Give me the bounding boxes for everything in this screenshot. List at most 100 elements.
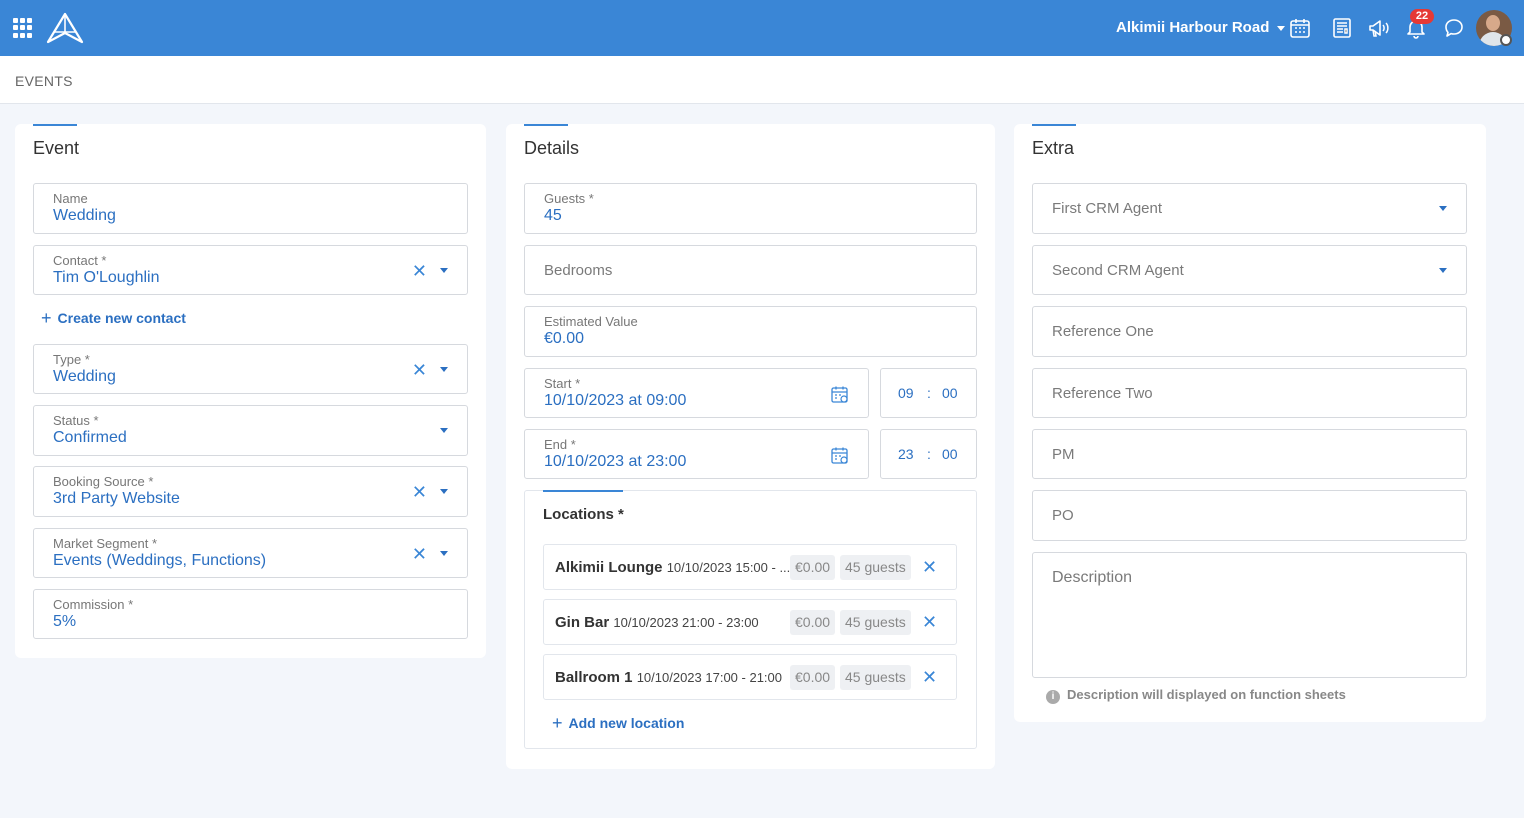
- po-field[interactable]: PO: [1032, 490, 1467, 541]
- booking-source-select[interactable]: Booking Source * 3rd Party Website ✕: [33, 466, 468, 517]
- contact-value: Tim O'Loughlin: [53, 269, 160, 286]
- end-hour[interactable]: 23: [898, 446, 914, 462]
- top-bar: Alkimii Harbour Road 22: [0, 0, 1524, 56]
- location-name: Alkimii Lounge 10/10/2023 15:00 - ...: [555, 559, 791, 576]
- dropdown-arrow-icon[interactable]: [440, 367, 448, 372]
- create-contact-link[interactable]: + Create new contact: [41, 308, 186, 329]
- guests-field[interactable]: Guests * 45: [524, 183, 977, 234]
- second-crm-agent-select[interactable]: Second CRM Agent: [1032, 245, 1467, 295]
- pm-placeholder: PM: [1052, 446, 1075, 463]
- dropdown-arrow-icon[interactable]: [1439, 268, 1447, 273]
- location-guests: 45 guests: [840, 610, 911, 635]
- locations-title: Locations *: [543, 506, 624, 523]
- time-separator: :: [927, 446, 931, 462]
- remove-icon[interactable]: ✕: [922, 667, 937, 688]
- end-date-field[interactable]: End * 10/10/2023 at 23:00: [524, 429, 869, 479]
- start-minute[interactable]: 00: [942, 385, 958, 401]
- reference-one-field[interactable]: Reference One: [1032, 306, 1467, 357]
- add-location-link[interactable]: + Add new location: [552, 713, 684, 734]
- caret-down-icon: [1277, 25, 1286, 31]
- location-row[interactable]: Ballroom 1 10/10/2023 17:00 - 21:00 €0.0…: [543, 654, 957, 700]
- reference-one-placeholder: Reference One: [1052, 323, 1154, 340]
- market-segment-label: Market Segment *: [53, 536, 158, 551]
- extra-card-title: Extra: [1032, 138, 1075, 158]
- first-crm-agent-placeholder: First CRM Agent: [1052, 200, 1163, 217]
- clear-icon[interactable]: ✕: [412, 361, 427, 379]
- end-value: 10/10/2023 at 23:00: [544, 453, 687, 470]
- event-card: Event Name Wedding Contact * Tim O'Lough…: [15, 124, 486, 658]
- commission-field[interactable]: Commission * 5%: [33, 589, 468, 639]
- reference-two-field[interactable]: Reference Two: [1032, 368, 1467, 418]
- location-time: 10/10/2023 21:00 - 23:00: [613, 615, 759, 630]
- remove-icon[interactable]: ✕: [922, 612, 937, 633]
- venue-selector[interactable]: Alkimii Harbour Road: [1116, 19, 1286, 36]
- type-value: Wedding: [53, 368, 116, 385]
- location-name: Ballroom 1 10/10/2023 17:00 - 21:00: [555, 669, 782, 686]
- status-indicator-icon: [1500, 34, 1512, 46]
- time-separator: :: [927, 385, 931, 401]
- clear-icon[interactable]: ✕: [412, 262, 427, 280]
- dropdown-arrow-icon[interactable]: [440, 551, 448, 556]
- dropdown-arrow-icon[interactable]: [440, 268, 448, 273]
- start-time-picker[interactable]: 09 : 00: [880, 368, 977, 418]
- apps-grid-icon[interactable]: [13, 18, 33, 38]
- type-select[interactable]: Type * Wedding ✕: [33, 344, 468, 394]
- reference-two-placeholder: Reference Two: [1052, 385, 1153, 402]
- description-hint: i Description will displayed on function …: [1046, 687, 1346, 704]
- bedrooms-placeholder: Bedrooms: [544, 262, 613, 279]
- venue-name: Alkimii Harbour Road: [1116, 19, 1270, 36]
- location-time: 10/10/2023 15:00 - ...: [666, 560, 791, 575]
- type-label: Type *: [53, 352, 90, 367]
- bedrooms-field[interactable]: Bedrooms: [524, 245, 977, 295]
- contact-select[interactable]: Contact * Tim O'Loughlin ✕: [33, 245, 468, 295]
- location-row[interactable]: Gin Bar 10/10/2023 21:00 - 23:00 €0.00 4…: [543, 599, 957, 645]
- status-value: Confirmed: [53, 429, 127, 446]
- description-hint-text: Description will displayed on function s…: [1067, 687, 1346, 702]
- details-card-title: Details: [524, 138, 580, 158]
- dropdown-arrow-icon[interactable]: [440, 489, 448, 494]
- alkimii-logo-icon[interactable]: [46, 12, 84, 44]
- estimated-value-label: Estimated Value: [544, 314, 638, 329]
- remove-icon[interactable]: ✕: [922, 557, 937, 578]
- status-select[interactable]: Status * Confirmed: [33, 405, 468, 456]
- clear-icon[interactable]: ✕: [412, 483, 427, 501]
- name-field[interactable]: Name Wedding: [33, 183, 468, 234]
- market-segment-select[interactable]: Market Segment * Events (Weddings, Funct…: [33, 528, 468, 578]
- location-guests: 45 guests: [840, 555, 911, 580]
- start-hour[interactable]: 09: [898, 385, 914, 401]
- contact-label: Contact *: [53, 253, 107, 268]
- description-textarea[interactable]: Description: [1032, 552, 1467, 678]
- calendar-icon[interactable]: [830, 446, 850, 466]
- plus-icon: +: [41, 308, 52, 328]
- booking-source-label: Booking Source *: [53, 474, 154, 489]
- location-name: Gin Bar 10/10/2023 21:00 - 23:00: [555, 614, 759, 631]
- report-icon[interactable]: [1330, 16, 1354, 40]
- dropdown-arrow-icon[interactable]: [1439, 206, 1447, 211]
- first-crm-agent-select[interactable]: First CRM Agent: [1032, 183, 1467, 234]
- location-price: €0.00: [790, 610, 836, 635]
- booking-source-value: 3rd Party Website: [53, 490, 180, 507]
- pm-field[interactable]: PM: [1032, 429, 1467, 479]
- plus-icon: +: [552, 713, 563, 733]
- end-minute[interactable]: 00: [942, 446, 958, 462]
- clear-icon[interactable]: ✕: [412, 545, 427, 563]
- page-subheader: EVENTS: [0, 56, 1524, 104]
- end-time-picker[interactable]: 23 : 00: [880, 429, 977, 479]
- description-placeholder: Description: [1052, 569, 1133, 586]
- location-guests: 45 guests: [840, 665, 911, 690]
- locations-section: Locations * Alkimii Lounge 10/10/2023 15…: [524, 490, 977, 749]
- chat-icon[interactable]: [1442, 16, 1466, 40]
- second-crm-agent-placeholder: Second CRM Agent: [1052, 262, 1184, 279]
- estimated-value-field[interactable]: Estimated Value €0.00: [524, 306, 977, 357]
- dropdown-arrow-icon[interactable]: [440, 428, 448, 433]
- add-location-label: Add new location: [568, 715, 685, 731]
- location-row[interactable]: Alkimii Lounge 10/10/2023 15:00 - ... €0…: [543, 544, 957, 590]
- start-date-field[interactable]: Start * 10/10/2023 at 09:00: [524, 368, 869, 418]
- calendar-icon[interactable]: [1288, 16, 1312, 40]
- megaphone-icon[interactable]: [1367, 16, 1391, 40]
- guests-label: Guests *: [544, 191, 594, 206]
- location-time: 10/10/2023 17:00 - 21:00: [636, 670, 782, 685]
- start-label: Start *: [544, 376, 581, 391]
- calendar-icon[interactable]: [830, 385, 850, 405]
- name-label: Name: [53, 191, 88, 206]
